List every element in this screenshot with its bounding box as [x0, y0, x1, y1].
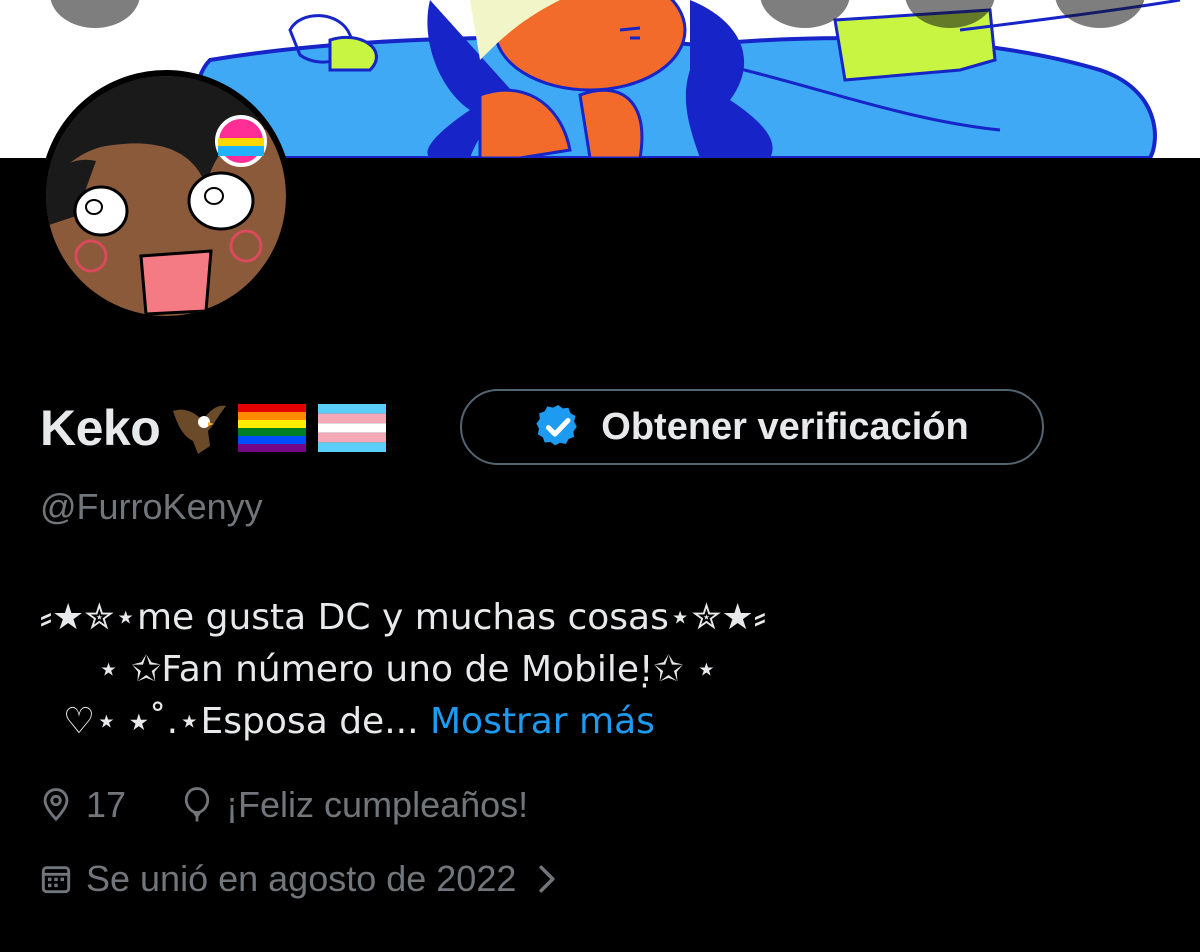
rainbow-flag-icon [236, 396, 308, 461]
balloon-icon [182, 786, 212, 824]
bio-line: ⸗★✮⋆me gusta DC y muchas cosas⋆✮★⸗ [40, 597, 766, 638]
bio-line: ⋆ ✩Fan número uno de Mobile!̣✩ ⋆ [40, 649, 718, 690]
verified-badge-icon [535, 404, 581, 450]
profile-meta-row: 17 ¡Feliz cumpleaños! [40, 784, 528, 826]
transgender-flag-icon [316, 396, 388, 461]
show-more-link[interactable]: Mostrar más [430, 701, 655, 742]
joined-item[interactable]: Se unió en agosto de 2022 [40, 858, 558, 900]
avatar-drawing [46, 76, 286, 316]
bio-line-text: ♡⋆ ⭑˚.⋆Esposa de... [40, 701, 419, 742]
joined-text: Se unió en agosto de 2022 [86, 858, 517, 899]
profile-bio: ⸗★✮⋆me gusta DC y muchas cosas⋆✮★⸗ ⋆ ✩Fa… [40, 592, 1160, 748]
get-verified-button[interactable]: Obtener verificación [460, 389, 1044, 465]
location-pin-icon [40, 787, 72, 823]
profile-avatar[interactable] [40, 70, 292, 322]
get-verified-label: Obtener verificación [601, 405, 969, 448]
eagle-icon [168, 396, 228, 461]
joined-row[interactable]: Se unió en agosto de 2022 [40, 858, 558, 900]
name-row: Keko [40, 390, 388, 466]
chevron-right-icon[interactable] [536, 863, 558, 895]
birthday-text: ¡Feliz cumpleaños! [226, 784, 529, 825]
location-text: 17 [86, 784, 127, 825]
calendar-icon [40, 863, 72, 895]
birthday-item: ¡Feliz cumpleaños! [182, 784, 528, 826]
display-name: Keko [40, 400, 161, 456]
location-item: 17 [40, 784, 126, 826]
bio-line: ♡⋆ ⭑˚.⋆Esposa de... Mostrar más [40, 696, 1160, 748]
profile-handle: @FurroKenyy [40, 486, 263, 527]
